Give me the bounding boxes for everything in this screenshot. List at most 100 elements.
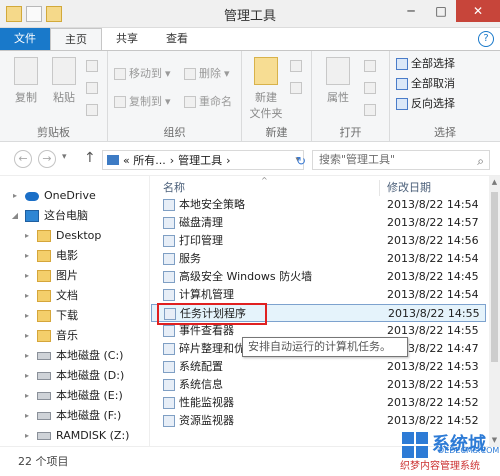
breadcrumb-current[interactable]: 管理工具 bbox=[178, 152, 222, 168]
collapse-icon[interactable]: ◢ bbox=[10, 206, 20, 226]
select-all-icon bbox=[396, 58, 408, 70]
sidebar-item-music[interactable]: ▸ 音乐 bbox=[22, 326, 78, 346]
sidebar-item-this-pc[interactable]: ◢ 这台电脑 bbox=[10, 206, 88, 226]
vertical-scrollbar[interactable]: ▲ ▼ bbox=[489, 176, 500, 446]
file-row[interactable]: 打印管理 2013/8/22 14:56 bbox=[151, 232, 486, 250]
refresh-icon[interactable]: ↻ bbox=[296, 154, 306, 168]
new-folder-button[interactable]: 新建 文件夹 bbox=[246, 57, 286, 121]
tab-home[interactable]: 主页 bbox=[50, 28, 102, 50]
search-input[interactable]: 搜索"管理工具" ⌕ bbox=[312, 150, 490, 170]
shortcut-icon bbox=[163, 271, 175, 283]
expand-icon[interactable]: ▸ bbox=[10, 186, 20, 206]
file-row[interactable]: 系统配置 2013/8/22 14:53 bbox=[151, 358, 486, 376]
file-row[interactable]: 高级安全 Windows 防火墙 2013/8/22 14:45 bbox=[151, 268, 486, 286]
expand-icon[interactable]: ▸ bbox=[22, 226, 32, 246]
file-row[interactable]: 资源监视器 2013/8/22 14:52 bbox=[151, 412, 486, 430]
move-to-button[interactable]: 移动到 ▾ bbox=[114, 65, 171, 83]
up-button[interactable]: ↑ bbox=[84, 150, 96, 166]
sidebar-item-desktop[interactable]: ▸ Desktop bbox=[22, 226, 101, 246]
expand-icon[interactable]: ▸ bbox=[22, 306, 32, 326]
expand-icon[interactable]: ▸ bbox=[22, 406, 32, 426]
tab-file[interactable]: 文件 bbox=[0, 28, 50, 50]
file-row[interactable]: 服务 2013/8/22 14:54 bbox=[151, 250, 486, 268]
select-none-button[interactable]: 全部取消 bbox=[396, 75, 455, 93]
shortcut-icon bbox=[163, 235, 175, 247]
expand-icon[interactable]: ▸ bbox=[22, 426, 32, 446]
file-row[interactable]: 磁盘清理 2013/8/22 14:57 bbox=[151, 214, 486, 232]
new-item-button[interactable] bbox=[290, 57, 302, 75]
tab-share[interactable]: 共享 bbox=[102, 28, 152, 50]
ribbon-tabs: 文件 主页 共享 查看 ? bbox=[0, 28, 500, 50]
paste-button[interactable]: 粘贴 bbox=[44, 57, 84, 105]
forward-button[interactable]: → bbox=[38, 150, 56, 168]
edit-button[interactable] bbox=[364, 79, 376, 97]
scroll-thumb[interactable] bbox=[491, 192, 498, 362]
expand-icon[interactable]: ▸ bbox=[22, 326, 32, 346]
expand-icon[interactable]: ▸ bbox=[22, 246, 32, 266]
expand-icon[interactable]: ▸ bbox=[22, 346, 32, 366]
copy-label: 复制 bbox=[15, 91, 37, 104]
watermark-site: 织梦内容管理系统 bbox=[400, 461, 480, 472]
breadcrumb-separator[interactable]: › bbox=[226, 154, 230, 167]
breadcrumb-all[interactable]: « 所有... bbox=[123, 152, 166, 168]
shortcut-icon bbox=[163, 289, 175, 301]
tab-view[interactable]: 查看 bbox=[152, 28, 202, 50]
easy-access-button[interactable] bbox=[290, 79, 302, 97]
copy-to-button[interactable]: 复制到 ▾ bbox=[114, 93, 171, 111]
new-folder-label-1: 新建 bbox=[255, 91, 277, 104]
sidebar-item-drive-c[interactable]: ▸ 本地磁盘 (C:) bbox=[22, 346, 123, 366]
organize-group-label: 组织 bbox=[163, 126, 186, 139]
copy-path-icon bbox=[86, 82, 98, 94]
file-row[interactable]: 系统信息 2013/8/22 14:53 bbox=[151, 376, 486, 394]
delete-button[interactable]: 删除 ▾ bbox=[184, 65, 230, 83]
shortcut-icon bbox=[163, 343, 175, 355]
properties-button[interactable]: 属性 bbox=[318, 57, 358, 105]
expand-icon[interactable]: ▸ bbox=[22, 266, 32, 286]
scroll-up-icon[interactable]: ▲ bbox=[489, 178, 500, 186]
expand-icon[interactable]: ▸ bbox=[22, 386, 32, 406]
sidebar-item-drive-e[interactable]: ▸ 本地磁盘 (E:) bbox=[22, 386, 123, 406]
select-none-icon bbox=[396, 78, 408, 90]
file-row[interactable]: 性能监视器 2013/8/22 14:52 bbox=[151, 394, 486, 412]
invert-selection-button[interactable]: 反向选择 bbox=[396, 95, 455, 113]
sidebar-item-pictures[interactable]: ▸ 图片 bbox=[22, 266, 78, 286]
clipboard-group-label: 剪贴板 bbox=[37, 126, 70, 139]
breadcrumb-separator[interactable]: › bbox=[170, 154, 174, 167]
history-button[interactable] bbox=[364, 101, 376, 119]
recent-locations-button[interactable]: ▾ bbox=[62, 152, 67, 162]
file-row[interactable]: 本地安全策略 2013/8/22 14:54 bbox=[151, 196, 486, 214]
close-button[interactable]: ✕ bbox=[456, 0, 500, 22]
column-header-name[interactable]: 名称 bbox=[163, 178, 185, 198]
column-header-date[interactable]: 修改日期 bbox=[387, 178, 431, 198]
expand-icon[interactable]: ▸ bbox=[22, 366, 32, 386]
copy-button[interactable]: 复制 bbox=[6, 57, 46, 105]
expand-icon[interactable]: ▸ bbox=[22, 286, 32, 306]
minimize-button[interactable]: ─ bbox=[396, 0, 426, 22]
open-button[interactable] bbox=[364, 57, 376, 75]
rename-button[interactable]: 重命名 bbox=[184, 93, 232, 111]
back-button[interactable]: ← bbox=[14, 150, 32, 168]
folder-icon bbox=[37, 230, 51, 242]
help-icon[interactable]: ? bbox=[478, 31, 494, 47]
cut-button[interactable] bbox=[86, 57, 98, 75]
maximize-button[interactable]: □ bbox=[426, 0, 456, 22]
file-row[interactable]: 计算机管理 2013/8/22 14:54 bbox=[151, 286, 486, 304]
column-separator[interactable] bbox=[379, 180, 380, 196]
address-bar[interactable]: « 所有... › 管理工具 › ▾ bbox=[102, 150, 304, 170]
sidebar-item-documents[interactable]: ▸ 文档 bbox=[22, 286, 78, 306]
organize-group: 移动到 ▾ 复制到 ▾ 删除 ▾ 重命名 组织 bbox=[108, 51, 242, 143]
sidebar-item-drive-f[interactable]: ▸ 本地磁盘 (F:) bbox=[22, 406, 121, 426]
shortcut-icon bbox=[163, 253, 175, 265]
sidebar-item-onedrive[interactable]: ▸ OneDrive bbox=[10, 186, 96, 206]
paste-shortcut-button[interactable] bbox=[86, 101, 98, 119]
select-all-button[interactable]: 全部选择 bbox=[396, 55, 455, 73]
search-icon[interactable]: ⌕ bbox=[477, 152, 484, 170]
sidebar-item-downloads[interactable]: ▸ 下载 bbox=[22, 306, 78, 326]
shortcut-icon bbox=[163, 379, 175, 391]
computer-icon bbox=[107, 155, 119, 165]
sidebar-item-ramdisk[interactable]: ▸ RAMDISK (Z:) bbox=[22, 426, 129, 446]
copy-path-button[interactable] bbox=[86, 79, 98, 97]
edit-icon bbox=[364, 82, 376, 94]
sidebar-item-videos[interactable]: ▸ 电影 bbox=[22, 246, 78, 266]
sidebar-item-drive-d[interactable]: ▸ 本地磁盘 (D:) bbox=[22, 366, 124, 386]
